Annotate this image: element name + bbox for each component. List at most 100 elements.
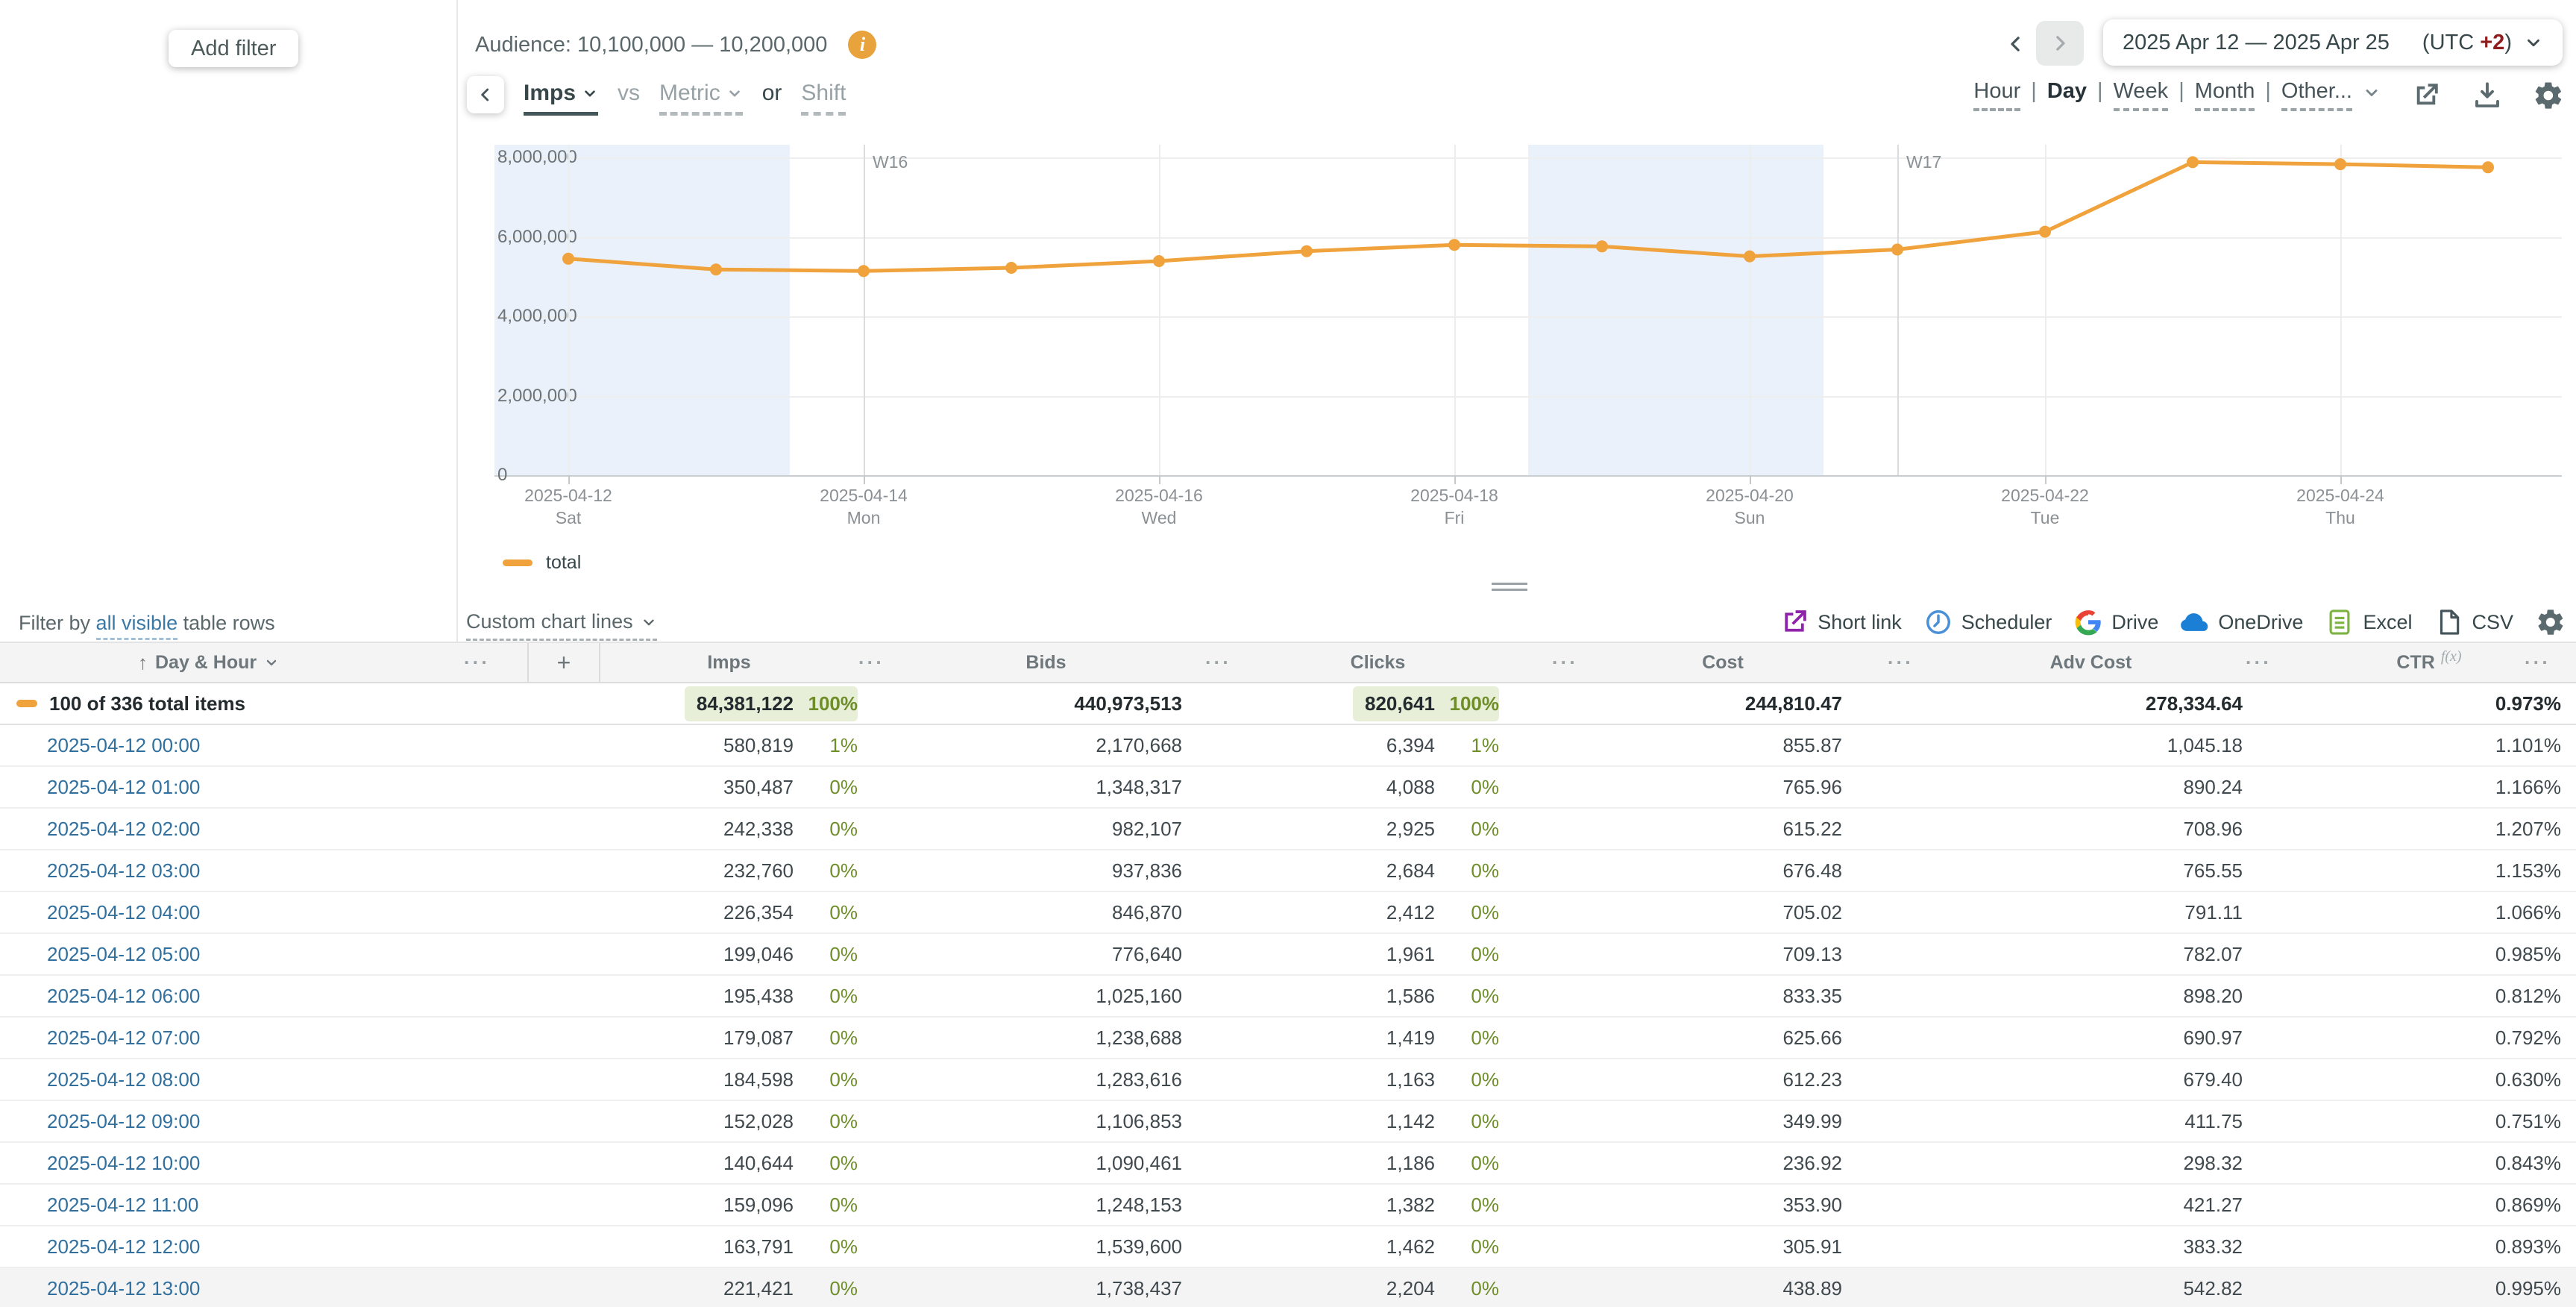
data-point[interactable]	[1153, 255, 1165, 267]
row-date-link[interactable]: 2025-04-12 04:00	[47, 901, 200, 924]
info-icon[interactable]: i	[848, 31, 876, 59]
export-drive[interactable]: Drive	[2074, 608, 2158, 636]
column-header-cost[interactable]: Cost···	[1603, 643, 1939, 682]
data-point[interactable]	[562, 253, 574, 265]
row-date-link[interactable]: 2025-04-12 00:00	[47, 734, 200, 757]
open-in-new-icon[interactable]	[2410, 80, 2442, 111]
row-date-link[interactable]: 2025-04-12 06:00	[47, 985, 200, 1008]
row-date-link[interactable]: 2025-04-12 10:00	[47, 1152, 200, 1175]
column-menu-icon[interactable]: ···	[1552, 651, 1578, 674]
table-row[interactable]: 2025-04-12 00:00580,8191%2,170,6686,3941…	[0, 725, 2576, 767]
export-scheduler[interactable]: Scheduler	[1924, 608, 2052, 636]
date-next-button[interactable]	[2036, 21, 2084, 66]
column-header-imps[interactable]: Imps···	[600, 643, 910, 682]
table-row[interactable]: 2025-04-12 12:00163,7910%1,539,6001,4620…	[0, 1226, 2576, 1268]
short-link-icon	[1780, 608, 1809, 636]
table-row[interactable]: 2025-04-12 07:00179,0870%1,238,6881,4190…	[0, 1018, 2576, 1059]
column-header-bids[interactable]: Bids···	[910, 643, 1257, 682]
row-cost-cell: 855.87	[1603, 725, 1939, 765]
row-imps-cell: 152,0280%	[600, 1101, 910, 1141]
column-header-adv_cost[interactable]: Adv Cost···	[1939, 643, 2297, 682]
shift-select[interactable]: Shift	[801, 81, 846, 116]
data-point[interactable]	[2039, 226, 2051, 238]
row-clicks-cell: 1,1420%	[1257, 1101, 1603, 1141]
row-date-link[interactable]: 2025-04-12 13:00	[47, 1277, 200, 1300]
granularity-other[interactable]: Other...	[2281, 79, 2352, 111]
column-menu-icon[interactable]: ···	[2525, 651, 2551, 674]
column-menu-icon[interactable]: ···	[1888, 651, 1914, 674]
column-menu-icon[interactable]: ···	[464, 651, 490, 674]
column-header-clicks[interactable]: Clicks···	[1257, 643, 1603, 682]
table-row[interactable]: 2025-04-12 03:00232,7600%937,8362,6840%6…	[0, 850, 2576, 892]
date-prev-button[interactable]	[1997, 25, 2035, 63]
row-cost-cell: 438.89	[1603, 1268, 1939, 1307]
chart-resize-handle[interactable]	[1492, 583, 1527, 595]
column-menu-icon[interactable]: ···	[1205, 651, 1231, 674]
data-point[interactable]	[1891, 244, 1903, 256]
row-date-link[interactable]: 2025-04-12 12:00	[47, 1235, 200, 1259]
granularity-month[interactable]: Month	[2195, 79, 2255, 111]
data-point[interactable]	[2482, 161, 2494, 173]
export-excel[interactable]: Excel	[2325, 608, 2412, 636]
table-row[interactable]: 2025-04-12 09:00152,0280%1,106,8531,1420…	[0, 1101, 2576, 1143]
chart-legend[interactable]: total	[503, 552, 581, 574]
chart-settings-gear-icon[interactable]	[2533, 80, 2564, 111]
table-row[interactable]: 2025-04-12 02:00242,3380%982,1072,9250%6…	[0, 809, 2576, 850]
data-point[interactable]	[1744, 251, 1756, 263]
data-point[interactable]	[2187, 156, 2199, 168]
granularity-day[interactable]: Day	[2047, 79, 2087, 108]
metric-select-primary[interactable]: Imps	[524, 81, 598, 116]
data-point[interactable]	[710, 263, 722, 275]
table-row[interactable]: 2025-04-12 05:00199,0460%776,6401,9610%7…	[0, 934, 2576, 976]
row-ctr-cell: 0.630%	[2297, 1059, 2576, 1100]
data-point[interactable]	[2334, 158, 2346, 170]
column-header-day-hour[interactable]: ↑Day & Hour···	[0, 643, 527, 682]
row-imps-cell: 184,5980%	[600, 1059, 910, 1100]
column-menu-icon[interactable]: ···	[858, 651, 885, 674]
table-row[interactable]: 2025-04-12 06:00195,4380%1,025,1601,5860…	[0, 976, 2576, 1018]
export-short-link[interactable]: Short link	[1780, 608, 1902, 636]
table-row[interactable]: 2025-04-12 13:00221,4210%1,738,4372,2040…	[0, 1268, 2576, 1307]
row-date-cell: 2025-04-12 13:00	[0, 1268, 527, 1307]
table-row[interactable]: 2025-04-12 04:00226,3540%846,8702,4120%7…	[0, 892, 2576, 934]
filter-scope-link[interactable]: all visible	[96, 612, 178, 640]
row-date-link[interactable]: 2025-04-12 02:00	[47, 818, 200, 841]
row-date-link[interactable]: 2025-04-12 07:00	[47, 1027, 200, 1050]
export-csv[interactable]: CSV	[2434, 608, 2513, 636]
table-header-row: ↑Day & Hour···+Imps···Bids···Clicks···Co…	[0, 642, 2576, 683]
download-icon[interactable]	[2472, 80, 2503, 111]
row-adv_cost-cell: 782.07	[1939, 934, 2297, 974]
row-date-link[interactable]: 2025-04-12 01:00	[47, 776, 200, 799]
data-point[interactable]	[1448, 239, 1460, 251]
row-imps-cell: 199,0460%	[600, 934, 910, 974]
date-range-picker[interactable]: 2025 Apr 12 — 2025 Apr 25 (UTC +2)	[2103, 19, 2563, 66]
data-point[interactable]	[1301, 245, 1313, 257]
data-point[interactable]	[1005, 262, 1017, 274]
granularity-week[interactable]: Week	[2114, 79, 2169, 111]
row-date-link[interactable]: 2025-04-12 09:00	[47, 1110, 200, 1133]
row-date-link[interactable]: 2025-04-12 08:00	[47, 1068, 200, 1091]
add-filter-button[interactable]: Add filter	[169, 30, 298, 67]
column-header-ctr[interactable]: CTRf(x)···	[2297, 643, 2576, 682]
table-settings-gear-icon[interactable]	[2536, 607, 2566, 637]
add-column-button[interactable]: +	[527, 643, 600, 682]
table-row[interactable]: 2025-04-12 11:00159,0960%1,248,1531,3820…	[0, 1185, 2576, 1226]
table-row[interactable]: 2025-04-12 01:00350,4870%1,348,3174,0880…	[0, 767, 2576, 809]
custom-chart-lines-dropdown[interactable]: Custom chart lines	[466, 610, 657, 641]
table-row[interactable]: 2025-04-12 10:00140,6440%1,090,4611,1860…	[0, 1143, 2576, 1185]
row-date-link[interactable]: 2025-04-12 03:00	[47, 859, 200, 883]
data-point[interactable]	[858, 265, 870, 277]
granularity-hour[interactable]: Hour	[1973, 79, 2020, 111]
column-menu-icon[interactable]: ···	[2246, 651, 2272, 674]
total-ctr-cell: 0.973%	[2297, 683, 2576, 724]
export-onedrive[interactable]: OneDrive	[2181, 608, 2303, 636]
row-clicks-cell: 1,1630%	[1257, 1059, 1603, 1100]
metric-select-compare[interactable]: Metric	[659, 81, 743, 116]
table-row[interactable]: 2025-04-12 08:00184,5980%1,283,6161,1630…	[0, 1059, 2576, 1101]
row-date-link[interactable]: 2025-04-12 11:00	[47, 1194, 198, 1217]
data-point[interactable]	[1596, 240, 1608, 252]
chevron-down-icon	[264, 655, 279, 670]
collapse-chart-button[interactable]	[467, 76, 504, 113]
row-date-link[interactable]: 2025-04-12 05:00	[47, 943, 200, 966]
row-bids-cell: 937,836	[910, 850, 1257, 891]
